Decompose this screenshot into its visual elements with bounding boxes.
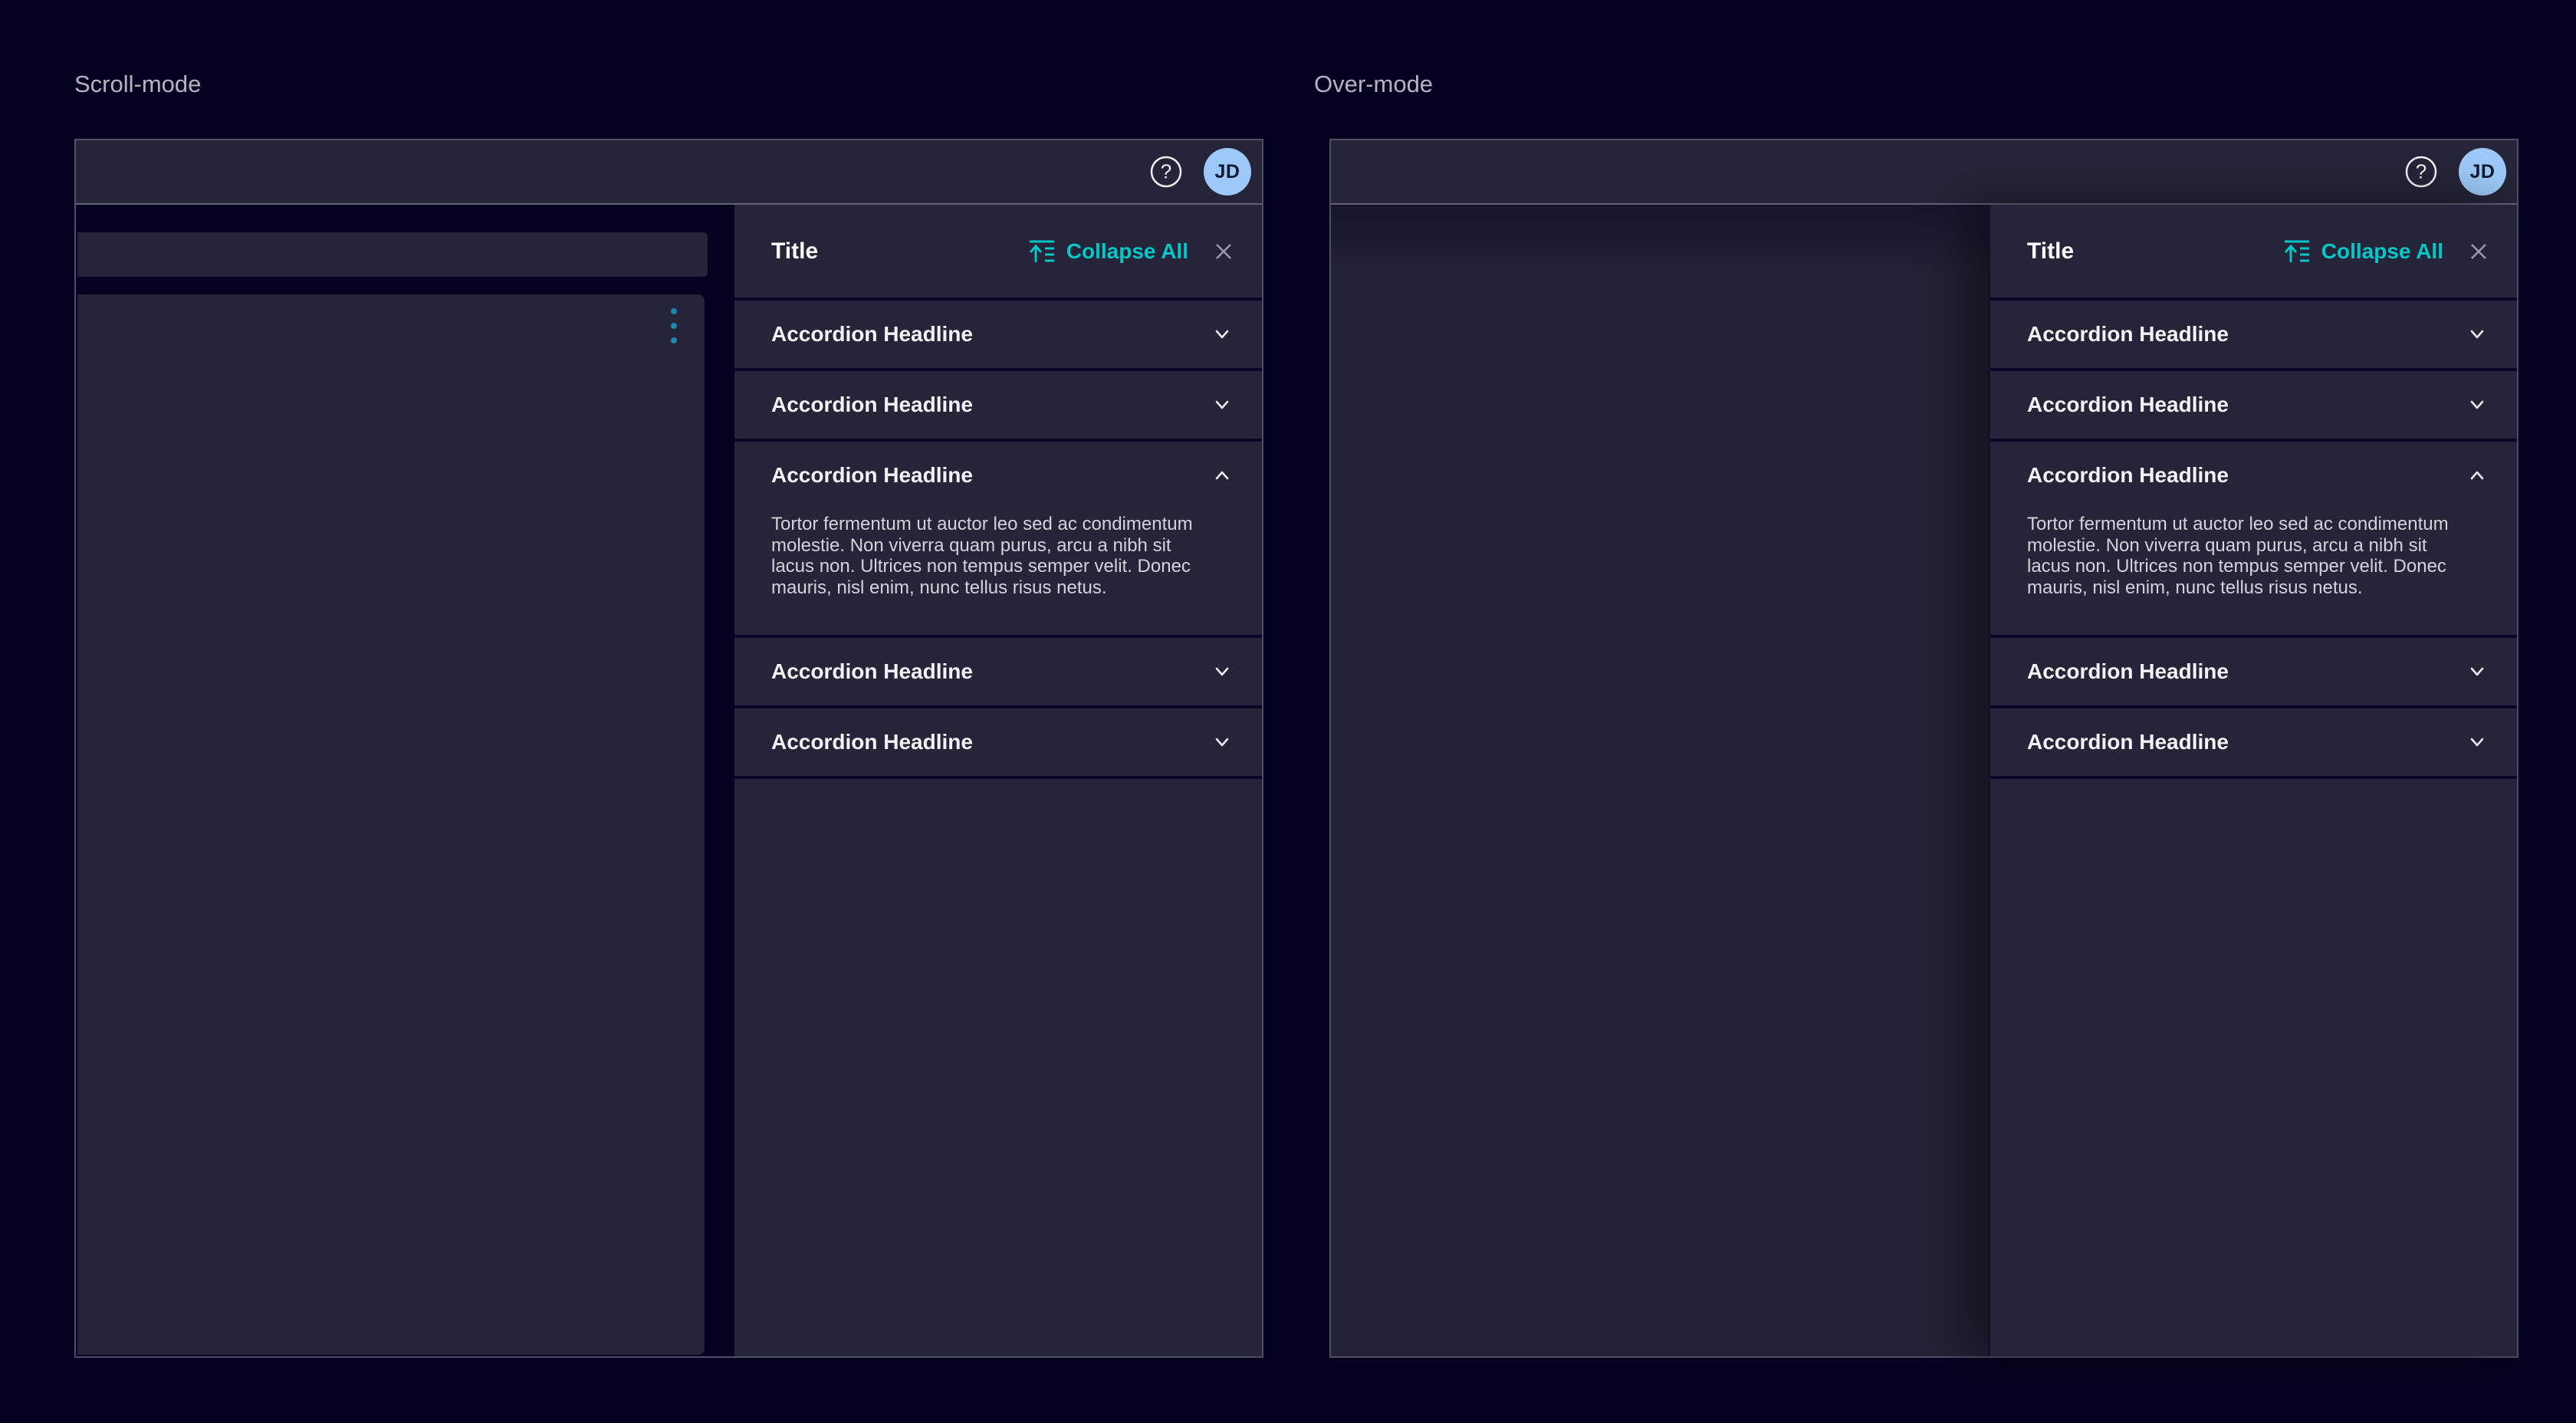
design-canvas: Scroll-mode Over-mode ? JD Title (0, 0, 2576, 1423)
accordion-header[interactable]: Accordion Headline (1990, 638, 2517, 705)
user-avatar[interactable]: JD (1204, 148, 1251, 196)
svg-text:?: ? (2416, 160, 2426, 183)
accordion-item: Accordion Headline (1990, 371, 2517, 442)
collapse-all-icon (2282, 236, 2312, 267)
accordion-headline: Accordion Headline (771, 463, 1210, 488)
chevron-down-icon (1210, 730, 1234, 754)
accordion-headline: Accordion Headline (2027, 322, 2465, 347)
accordion-headline: Accordion Headline (771, 659, 1210, 684)
chevron-down-icon (2465, 322, 2489, 347)
accordion-header[interactable]: Accordion Headline (1990, 301, 2517, 368)
accordion-headline: Accordion Headline (2027, 730, 2465, 754)
over-mode-label: Over-mode (1314, 71, 1433, 98)
close-icon (2466, 239, 2491, 264)
accordion-header[interactable]: Accordion Headline (1990, 442, 2517, 509)
chevron-down-icon (1210, 659, 1234, 684)
card-menu-button[interactable] (666, 304, 682, 348)
collapse-all-button[interactable]: Collapse All (1027, 236, 1188, 267)
accordion-headline: Accordion Headline (2027, 463, 2465, 488)
accordion-header[interactable]: Accordion Headline (734, 638, 1262, 705)
accordion-headline: Accordion Headline (771, 730, 1210, 754)
collapse-all-label: Collapse All (1066, 239, 1188, 264)
panel-title: Title (771, 238, 1027, 265)
content-placeholder-bar (77, 232, 708, 277)
panel-title: Title (2027, 238, 2282, 265)
accordion-item: Accordion Headline (734, 301, 1262, 371)
accordion-item: Accordion Headline (734, 638, 1262, 708)
accordion-body: Tortor fermentum ut auctor leo sed ac co… (734, 509, 1262, 635)
accordion-item: Accordion Headline (1990, 301, 2517, 371)
app-window-over-mode: ? JD Title Collapse All Accordion Headline… (1329, 139, 2518, 1358)
svg-text:?: ? (1161, 160, 1171, 183)
help-button[interactable]: ? (1148, 154, 1184, 189)
accordion-item: Accordion Headline (1990, 708, 2517, 779)
app-window-scroll-mode: ? JD Title Collapse All Accordion Headline… (74, 139, 1263, 1358)
accordion-header[interactable]: Accordion Headline (734, 371, 1262, 439)
accordion-header[interactable]: Accordion Headline (1990, 371, 2517, 439)
close-icon (1211, 239, 1236, 264)
accordion-header[interactable]: Accordion Headline (1990, 708, 2517, 776)
accordion-header[interactable]: Accordion Headline (734, 708, 1262, 776)
panel-header: Title Collapse All (1990, 205, 2517, 297)
accordion-headline: Accordion Headline (771, 322, 1210, 347)
content-placeholder-card (77, 294, 705, 1355)
chevron-down-icon (2465, 393, 2489, 417)
question-mark-circle-icon: ? (2404, 154, 2439, 189)
side-panel: TitleCollapse AllAccordion HeadlineAccor… (1988, 205, 2517, 1356)
collapse-all-icon (1027, 236, 1057, 267)
app-header: ? JD (1331, 140, 2517, 205)
side-panel: TitleCollapse AllAccordion HeadlineAccor… (734, 205, 1262, 1356)
accordion-item: Accordion Headline Tortor fermentum ut au… (734, 442, 1262, 638)
chevron-down-icon (2465, 730, 2489, 754)
accordion-headline: Accordion Headline (2027, 659, 2465, 684)
accordion-item: Accordion Headline (734, 708, 1262, 779)
accordion-header[interactable]: Accordion Headline (734, 442, 1262, 509)
accordion-item: Accordion Headline (734, 371, 1262, 442)
accordion-list: Accordion HeadlineAccordion HeadlineAcco… (734, 297, 1262, 779)
chevron-up-icon (1210, 463, 1234, 488)
chevron-up-icon (2465, 463, 2489, 488)
user-avatar[interactable]: JD (2459, 148, 2506, 196)
collapse-all-button[interactable]: Collapse All (2282, 236, 2443, 267)
scroll-mode-label: Scroll-mode (74, 71, 201, 98)
accordion-item: Accordion Headline Tortor fermentum ut au… (1990, 442, 2517, 638)
accordion-list: Accordion HeadlineAccordion HeadlineAcco… (1990, 297, 2517, 779)
kebab-vertical-icon (671, 308, 677, 343)
accordion-headline: Accordion Headline (771, 393, 1210, 417)
chevron-down-icon (2465, 659, 2489, 684)
accordion-headline: Accordion Headline (2027, 393, 2465, 417)
chevron-down-icon (1210, 322, 1234, 347)
panel-close-button[interactable] (1211, 239, 1236, 264)
chevron-down-icon (1210, 393, 1234, 417)
panel-header: Title Collapse All (734, 205, 1262, 297)
question-mark-circle-icon: ? (1148, 154, 1184, 189)
accordion-body: Tortor fermentum ut auctor leo sed ac co… (1990, 509, 2517, 635)
collapse-all-label: Collapse All (2321, 239, 2443, 264)
app-header: ? JD (76, 140, 1262, 205)
panel-close-button[interactable] (2466, 239, 2491, 264)
accordion-item: Accordion Headline (1990, 638, 2517, 708)
help-button[interactable]: ? (2404, 154, 2439, 189)
accordion-header[interactable]: Accordion Headline (734, 301, 1262, 368)
